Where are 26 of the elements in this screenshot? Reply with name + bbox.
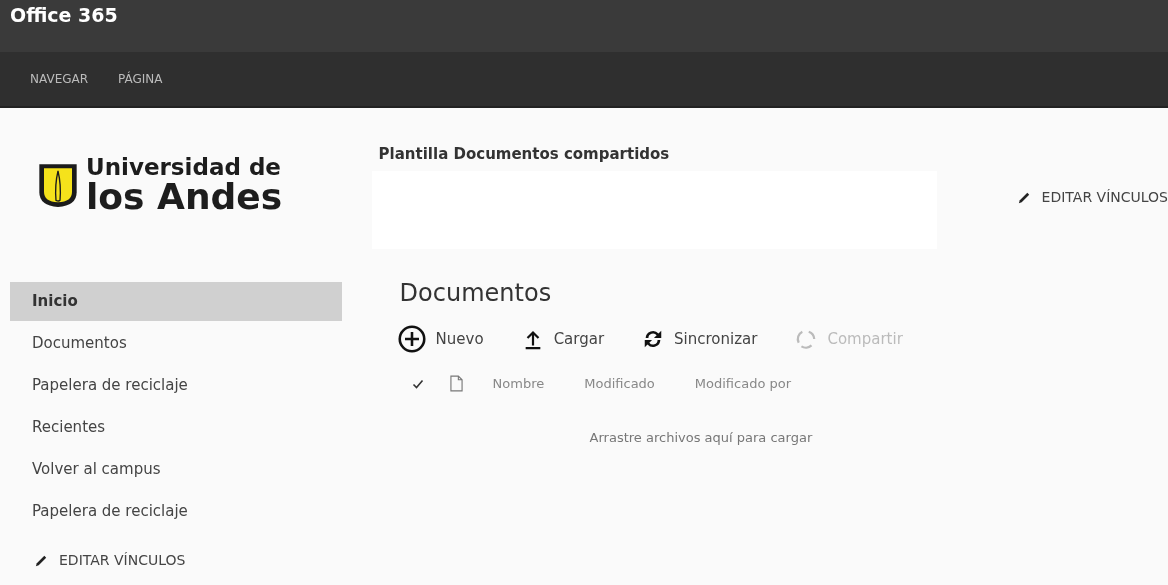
sidebar-item[interactable]: Documentos <box>10 324 342 363</box>
empty-message: Arrastre archivos aquí para cargar <box>589 430 814 445</box>
column-header[interactable]: Modificado <box>584 376 655 391</box>
command-button[interactable]: Sincronizar <box>642 328 758 350</box>
command-button[interactable]: Cargar <box>521 328 605 350</box>
sidebar-item[interactable]: Papelera de reciclaje <box>10 366 342 405</box>
column-header[interactable]: Modificado por <box>694 376 792 391</box>
logo-text: los Andes <box>86 178 283 215</box>
document-icon <box>449 375 463 392</box>
sidebar-item[interactable]: Recientes <box>10 408 342 447</box>
share-icon <box>795 328 818 350</box>
command-button[interactable]: Nuevo <box>397 325 484 353</box>
sidebar-item[interactable]: Papelera de reciclaje <box>10 492 342 531</box>
ribbon-tab[interactable]: PÁGINA <box>110 68 171 90</box>
column-header[interactable]: Nombre <box>492 376 545 391</box>
app-title: Office 365 <box>10 3 118 28</box>
edit-links-link[interactable]: EDITAR VÍNCULOS <box>34 552 186 568</box>
logo-text: Universidad de <box>86 155 282 179</box>
ribbon-tab[interactable]: NAVEGAR <box>22 68 97 90</box>
checkmark-icon[interactable] <box>411 377 424 390</box>
sidebar-item[interactable]: Inicio <box>10 282 342 321</box>
edit-links-link[interactable]: EDITAR VÍNCULOS <box>1016 145 1168 249</box>
site-title: Plantilla Documentos compartidos <box>377 145 671 163</box>
library-title: Documentos <box>399 279 553 307</box>
sidebar-item[interactable]: Volver al campus <box>10 450 342 489</box>
plus-circle-icon <box>397 325 426 353</box>
